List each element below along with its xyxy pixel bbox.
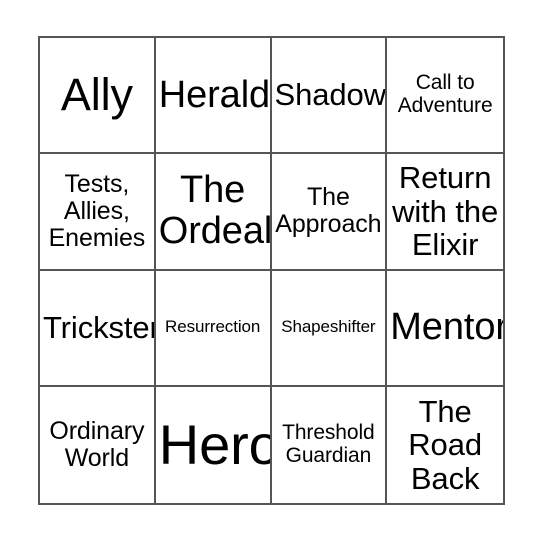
bingo-cell-label: Hero [158,412,272,476]
bingo-cell-label: The Approach [275,183,382,239]
bingo-cell-label: Resurrection [165,317,261,337]
bingo-cell-label: Herald [158,73,271,116]
bingo-cell[interactable]: Shapeshifter [271,270,388,387]
bingo-cell[interactable]: Ordinary World [40,386,156,503]
bingo-cell-label: Shapeshifter [281,317,376,337]
bingo-cell-label: Trickster [43,309,156,345]
bingo-cell[interactable]: The Approach [271,154,388,271]
bingo-cell-label: Ally [60,68,133,120]
bingo-cell[interactable]: Shadow [271,38,388,155]
bingo-cell[interactable]: Tests, Allies, Enemies [40,154,156,271]
bingo-cell-label: Mentor [390,306,503,349]
bingo-cell[interactable]: Mentor [387,270,503,387]
bingo-cell-label: Ordinary World [49,416,145,472]
bingo-cell[interactable]: Trickster [40,270,156,387]
bingo-cell[interactable]: Herald [155,38,272,155]
bingo-cell-label: Shadow [274,77,386,113]
bingo-cell[interactable]: Threshold Guardian [271,386,388,503]
bingo-cell[interactable]: The Road Back [387,386,503,503]
bingo-card-grid: Ally Herald Shadow Call to Adventure Tes… [38,36,505,505]
bingo-cell[interactable]: Hero [155,386,272,503]
bingo-cell-label: The Road Back [408,393,482,496]
bingo-cell-label: Tests, Allies, Enemies [48,169,146,252]
bingo-cell-label: The Ordeal [158,169,272,253]
bingo-cell[interactable]: The Ordeal [155,154,272,271]
bingo-cell-label: Call to Adventure [397,71,493,118]
bingo-cell[interactable]: Return with the Elixir [387,154,503,271]
bingo-cell[interactable]: Call to Adventure [387,38,503,155]
bingo-cell[interactable]: Ally [40,38,156,155]
bingo-cell-label: Return with the Elixir [392,160,499,263]
bingo-cell-label: Threshold Guardian [282,421,375,467]
bingo-cell[interactable]: Resurrection [155,270,272,387]
